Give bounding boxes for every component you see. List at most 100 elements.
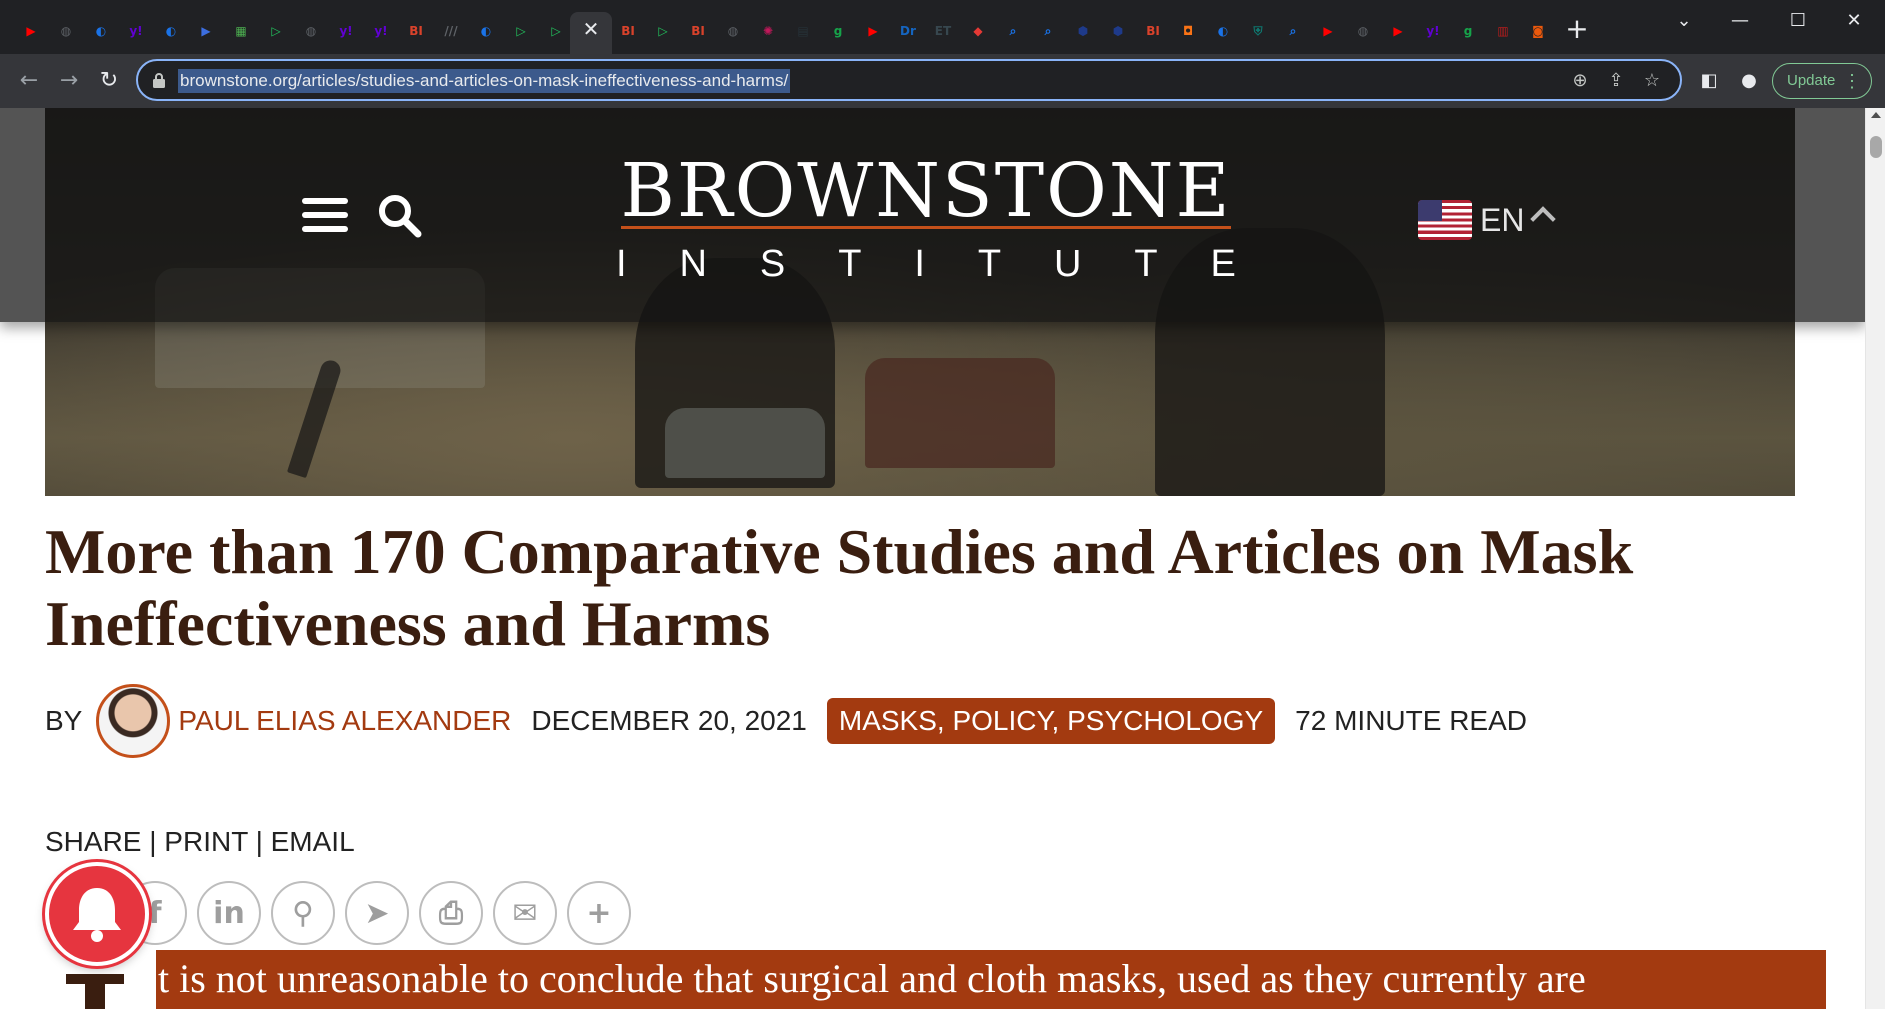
byline-label: BY: [45, 705, 83, 736]
tab-favicon-icon[interactable]: ▷: [652, 20, 674, 42]
tab-favicon-icon[interactable]: ⌕: [1037, 20, 1059, 42]
site-logo[interactable]: BROWNSTONE: [618, 148, 1234, 234]
publish-date: DECEMBER 20, 2021: [531, 705, 807, 736]
new-tab-button[interactable]: +: [1564, 15, 1590, 43]
close-window-icon[interactable]: ✕: [1832, 6, 1876, 36]
bookmark-star-icon[interactable]: ☆: [1640, 69, 1664, 93]
tab-favicon-icon[interactable]: ⛨: [1247, 20, 1269, 42]
page-scrollbar[interactable]: [1865, 108, 1885, 1009]
tab-favicon-icon[interactable]: y!: [1422, 20, 1444, 42]
bell-icon: [73, 888, 121, 942]
tab-favicon-icon[interactable]: g: [827, 20, 849, 42]
lock-icon: [153, 73, 165, 88]
tab-favicon-icon[interactable]: ▶: [195, 20, 217, 42]
search-icon[interactable]: [376, 192, 422, 238]
tab-favicon-icon[interactable]: y!: [335, 20, 357, 42]
tab-favicon-icon[interactable]: BI: [405, 20, 427, 42]
tab-favicon-icon[interactable]: BI: [617, 20, 639, 42]
tab-favicon-icon[interactable]: ◘: [1177, 20, 1199, 42]
logo-letter: T: [977, 243, 1002, 285]
tab-favicon-icon[interactable]: ⬢: [1107, 20, 1129, 42]
update-label: Update: [1787, 72, 1836, 89]
minimize-icon[interactable]: —: [1718, 6, 1762, 36]
logo-letter: U: [1054, 243, 1082, 285]
read-time: 72 MINUTE READ: [1295, 705, 1527, 736]
tab-favicon-icon[interactable]: ▤: [792, 20, 814, 42]
page-viewport[interactable]: BROWNSTONE I N S T I T U T E EN More than 170 Co…: [0, 108, 1885, 1009]
print-icon[interactable]: ⎙: [419, 881, 483, 945]
share-print-email[interactable]: SHARE | PRINT | EMAIL: [45, 822, 355, 862]
maximize-icon[interactable]: ☐: [1776, 6, 1820, 36]
us-flag-icon[interactable]: [1418, 200, 1472, 240]
tab-favicon-icon[interactable]: BI: [1142, 20, 1164, 42]
logo-letter: T: [1134, 243, 1158, 285]
zoom-icon[interactable]: ⊕: [1568, 69, 1592, 93]
site-header: BROWNSTONE I N S T I T U T E EN: [0, 108, 1865, 322]
language-selector[interactable]: EN: [1480, 200, 1524, 240]
url-text[interactable]: brownstone.org/articles/studies-and-arti…: [178, 69, 791, 93]
tab-favicon-icon[interactable]: ▶: [862, 20, 884, 42]
tab-favicon-icon[interactable]: ◙: [1527, 20, 1549, 42]
tab-favicon-icon[interactable]: ◆: [967, 20, 989, 42]
tab-favicon-icon[interactable]: ▶: [20, 20, 42, 42]
tab-favicon-icon[interactable]: ◍: [722, 20, 744, 42]
author-link[interactable]: PAUL ELIAS ALEXANDER: [178, 705, 511, 737]
tab-favicon-icon[interactable]: g: [1457, 20, 1479, 42]
profile-icon[interactable]: ●: [1734, 66, 1764, 96]
reload-icon[interactable]: ↻: [94, 66, 124, 96]
tab-favicon-icon[interactable]: y!: [370, 20, 392, 42]
logo-letter: S: [759, 243, 786, 285]
menu-dots-icon: ⋮: [1843, 71, 1861, 91]
logo-letter: N: [679, 243, 707, 285]
tab-favicon-icon[interactable]: y!: [125, 20, 147, 42]
tab-favicon-icon[interactable]: ⬢: [1072, 20, 1094, 42]
tab-favicon-icon[interactable]: ⌕: [1282, 20, 1304, 42]
tab-favicon-icon[interactable]: ET: [932, 20, 954, 42]
tab-favicon-icon[interactable]: BI: [687, 20, 709, 42]
menu-icon[interactable]: [302, 198, 348, 232]
article-title: More than 170 Comparative Studies and Ar…: [45, 516, 1634, 659]
tab-favicon-icon[interactable]: ▷: [545, 20, 567, 42]
forward-icon[interactable]: →: [54, 66, 84, 96]
browser-toolbar: ← → ↻ brownstone.org/articles/studies-an…: [0, 54, 1885, 108]
scroll-up-icon[interactable]: [1871, 112, 1881, 118]
tab-favicon-icon[interactable]: ◐: [1212, 20, 1234, 42]
tab-favicon-icon[interactable]: ▥: [1492, 20, 1514, 42]
more-share-icon[interactable]: +: [567, 881, 631, 945]
tab-favicon-icon[interactable]: ✺: [757, 20, 779, 42]
article-meta: BY PAUL ELIAS ALEXANDER DECEMBER 20, 202…: [45, 684, 1527, 758]
tab-favicon-icon[interactable]: ◐: [475, 20, 497, 42]
tab-favicon-icon[interactable]: ▶: [1387, 20, 1409, 42]
chevron-up-icon[interactable]: [1530, 206, 1556, 232]
tab-favicon-icon[interactable]: ▷: [265, 20, 287, 42]
close-tab-icon[interactable]: ✕: [580, 18, 602, 40]
tab-favicon-icon[interactable]: ◐: [90, 20, 112, 42]
tab-favicon-icon[interactable]: ⌕: [1002, 20, 1024, 42]
tab-favicon-icon[interactable]: ▶: [1317, 20, 1339, 42]
address-bar[interactable]: brownstone.org/articles/studies-and-arti…: [136, 59, 1682, 101]
tab-favicon-icon[interactable]: ◍: [55, 20, 77, 42]
tab-favicon-icon[interactable]: Dr: [897, 20, 919, 42]
back-icon[interactable]: ←: [14, 66, 44, 96]
logo-letter: I: [616, 243, 627, 285]
update-button[interactable]: Update ⋮: [1772, 63, 1872, 99]
tab-favicon-icon[interactable]: ◍: [300, 20, 322, 42]
logo-subtitle: INSTITUTE: [616, 239, 1236, 289]
email-icon[interactable]: ✉: [493, 881, 557, 945]
scroll-thumb[interactable]: [1870, 136, 1882, 158]
share-page-icon[interactable]: ⇪: [1604, 69, 1628, 93]
notification-bell-button[interactable]: [45, 862, 149, 966]
linkedin-icon[interactable]: in: [197, 881, 261, 945]
telegram-icon[interactable]: ➤: [345, 881, 409, 945]
tab-favicon-icon[interactable]: ◍: [1352, 20, 1374, 42]
author-avatar[interactable]: [96, 684, 171, 758]
tab-favicon-icon[interactable]: ///: [440, 20, 462, 42]
side-panel-icon[interactable]: ◧: [1694, 66, 1724, 96]
gettr-icon[interactable]: ⚲: [271, 881, 335, 945]
tab-favicon-icon[interactable]: ▷: [510, 20, 532, 42]
drop-cap: [66, 968, 124, 1009]
tab-favicon-icon[interactable]: ▦: [230, 20, 252, 42]
category-tags[interactable]: MASKS, POLICY, PSYCHOLOGY: [826, 698, 1276, 744]
tab-search-icon[interactable]: ⌄: [1662, 6, 1706, 36]
tab-favicon-icon[interactable]: ◐: [160, 20, 182, 42]
